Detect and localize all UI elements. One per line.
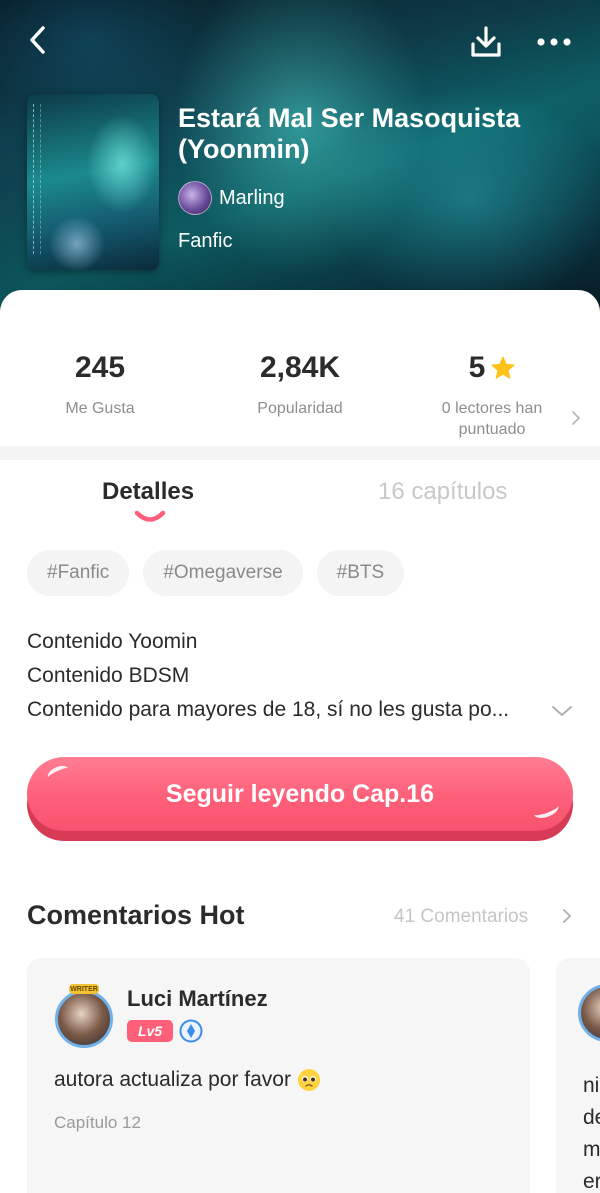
preview-line: m	[583, 1138, 600, 1161]
star-icon	[491, 356, 515, 379]
avatar	[578, 984, 600, 1042]
pleading-face-icon	[297, 1069, 320, 1091]
more-dots-icon	[537, 38, 571, 46]
tag-chip[interactable]: #Omegaverse	[143, 550, 303, 596]
commenter-name[interactable]: Luci Martínez	[127, 986, 268, 1012]
author-name: Marling	[219, 186, 285, 209]
comment-card-next[interactable]: ni de m er	[556, 958, 600, 1193]
popularity-label: Popularidad	[257, 400, 343, 417]
level-badge: Lv5	[127, 1020, 173, 1042]
rating-value: 5	[468, 351, 486, 384]
active-tab-indicator	[134, 510, 166, 522]
popularity-value: 2,84K	[259, 351, 341, 384]
preview-line: de	[583, 1106, 600, 1129]
tag-chip[interactable]: #Fanfic	[27, 550, 130, 596]
comments-title: Comentarios Hot	[27, 900, 245, 930]
description-line: Contenido BDSM	[27, 664, 190, 687]
preview-line: er	[583, 1170, 600, 1193]
comment-text: autora actualiza por favor	[54, 1068, 291, 1091]
tab-details[interactable]: Detalles	[102, 478, 194, 506]
comments-count-link[interactable]: 41 Comentarios	[394, 906, 528, 928]
chevron-left-icon	[30, 26, 45, 54]
comment-text-preview: ni de m er	[583, 1070, 600, 1193]
author-avatar	[178, 181, 212, 215]
top-bar	[0, 0, 600, 84]
description-line: Contenido para mayores de 18, sí no les …	[27, 698, 510, 721]
rating-value-row: 5	[392, 348, 592, 388]
download-button[interactable]	[466, 22, 506, 62]
cover-decoration	[33, 104, 41, 254]
writer-badge: WRITER	[69, 984, 99, 994]
tag-chip[interactable]: #BTS	[316, 550, 405, 596]
comment-card[interactable]: WRITER Luci Martínez Lv5 autora actualiz…	[27, 958, 530, 1193]
stat-rating[interactable]: 5 0 lectores han puntuado	[392, 348, 592, 440]
stats-row: 245 Me Gusta 2,84K Popularidad 5 0 lecto…	[0, 290, 600, 446]
likes-label: Me Gusta	[65, 400, 135, 417]
description-line: Contenido Yoomin	[27, 630, 198, 653]
chevron-right-icon[interactable]	[560, 906, 574, 926]
back-button[interactable]	[20, 22, 56, 58]
expand-description-icon[interactable]	[550, 703, 574, 719]
stat-likes: 245 Me Gusta	[0, 348, 200, 419]
more-options-button[interactable]	[532, 26, 576, 58]
section-divider	[0, 446, 600, 460]
commenter-avatar[interactable]: WRITER	[49, 984, 119, 1054]
tag-list: #Fanfic #Omegaverse #BTS	[27, 550, 418, 596]
book-title: Estará Mal Ser Masoquista (Yoonmin)	[178, 103, 521, 164]
avatar	[55, 990, 113, 1048]
preview-line: ni	[583, 1074, 600, 1097]
chevron-right-icon[interactable]	[568, 408, 584, 428]
comment-text-row: autora actualiza por favor	[54, 1068, 321, 1092]
author-link[interactable]: Marling	[178, 181, 285, 215]
continue-reading-label: Seguir leyendo Cap.16	[27, 757, 573, 831]
comments-header: Comentarios Hot 41 Comentarios	[0, 896, 600, 936]
book-details-panel: 245 Me Gusta 2,84K Popularidad 5 0 lecto…	[0, 290, 600, 1193]
rating-label-line2: puntuado	[458, 421, 526, 438]
book-header: Estará Mal Ser Masoquista (Yoonmin) Marl…	[0, 0, 600, 330]
book-cover-image[interactable]	[27, 94, 159, 270]
continue-reading-button[interactable]: Seguir leyendo Cap.16	[27, 757, 573, 841]
book-type-label: Fanfic	[178, 230, 233, 252]
download-icon	[471, 26, 501, 57]
comment-chapter: Capítulo 12	[54, 1113, 141, 1132]
stat-popularity: 2,84K Popularidad	[200, 348, 400, 419]
likes-value: 245	[74, 351, 126, 384]
tabs-bar: Detalles 16 capítulos	[0, 460, 600, 530]
tab-chapters[interactable]: 16 capítulos	[378, 478, 507, 506]
book-description[interactable]: Contenido Yoomin Contenido BDSM Contenid…	[27, 625, 552, 727]
rating-label-line1: 0 lectores han	[441, 400, 543, 417]
rank-badge-icon	[179, 1019, 203, 1043]
rating-label: 0 lectores han puntuado	[392, 398, 592, 440]
